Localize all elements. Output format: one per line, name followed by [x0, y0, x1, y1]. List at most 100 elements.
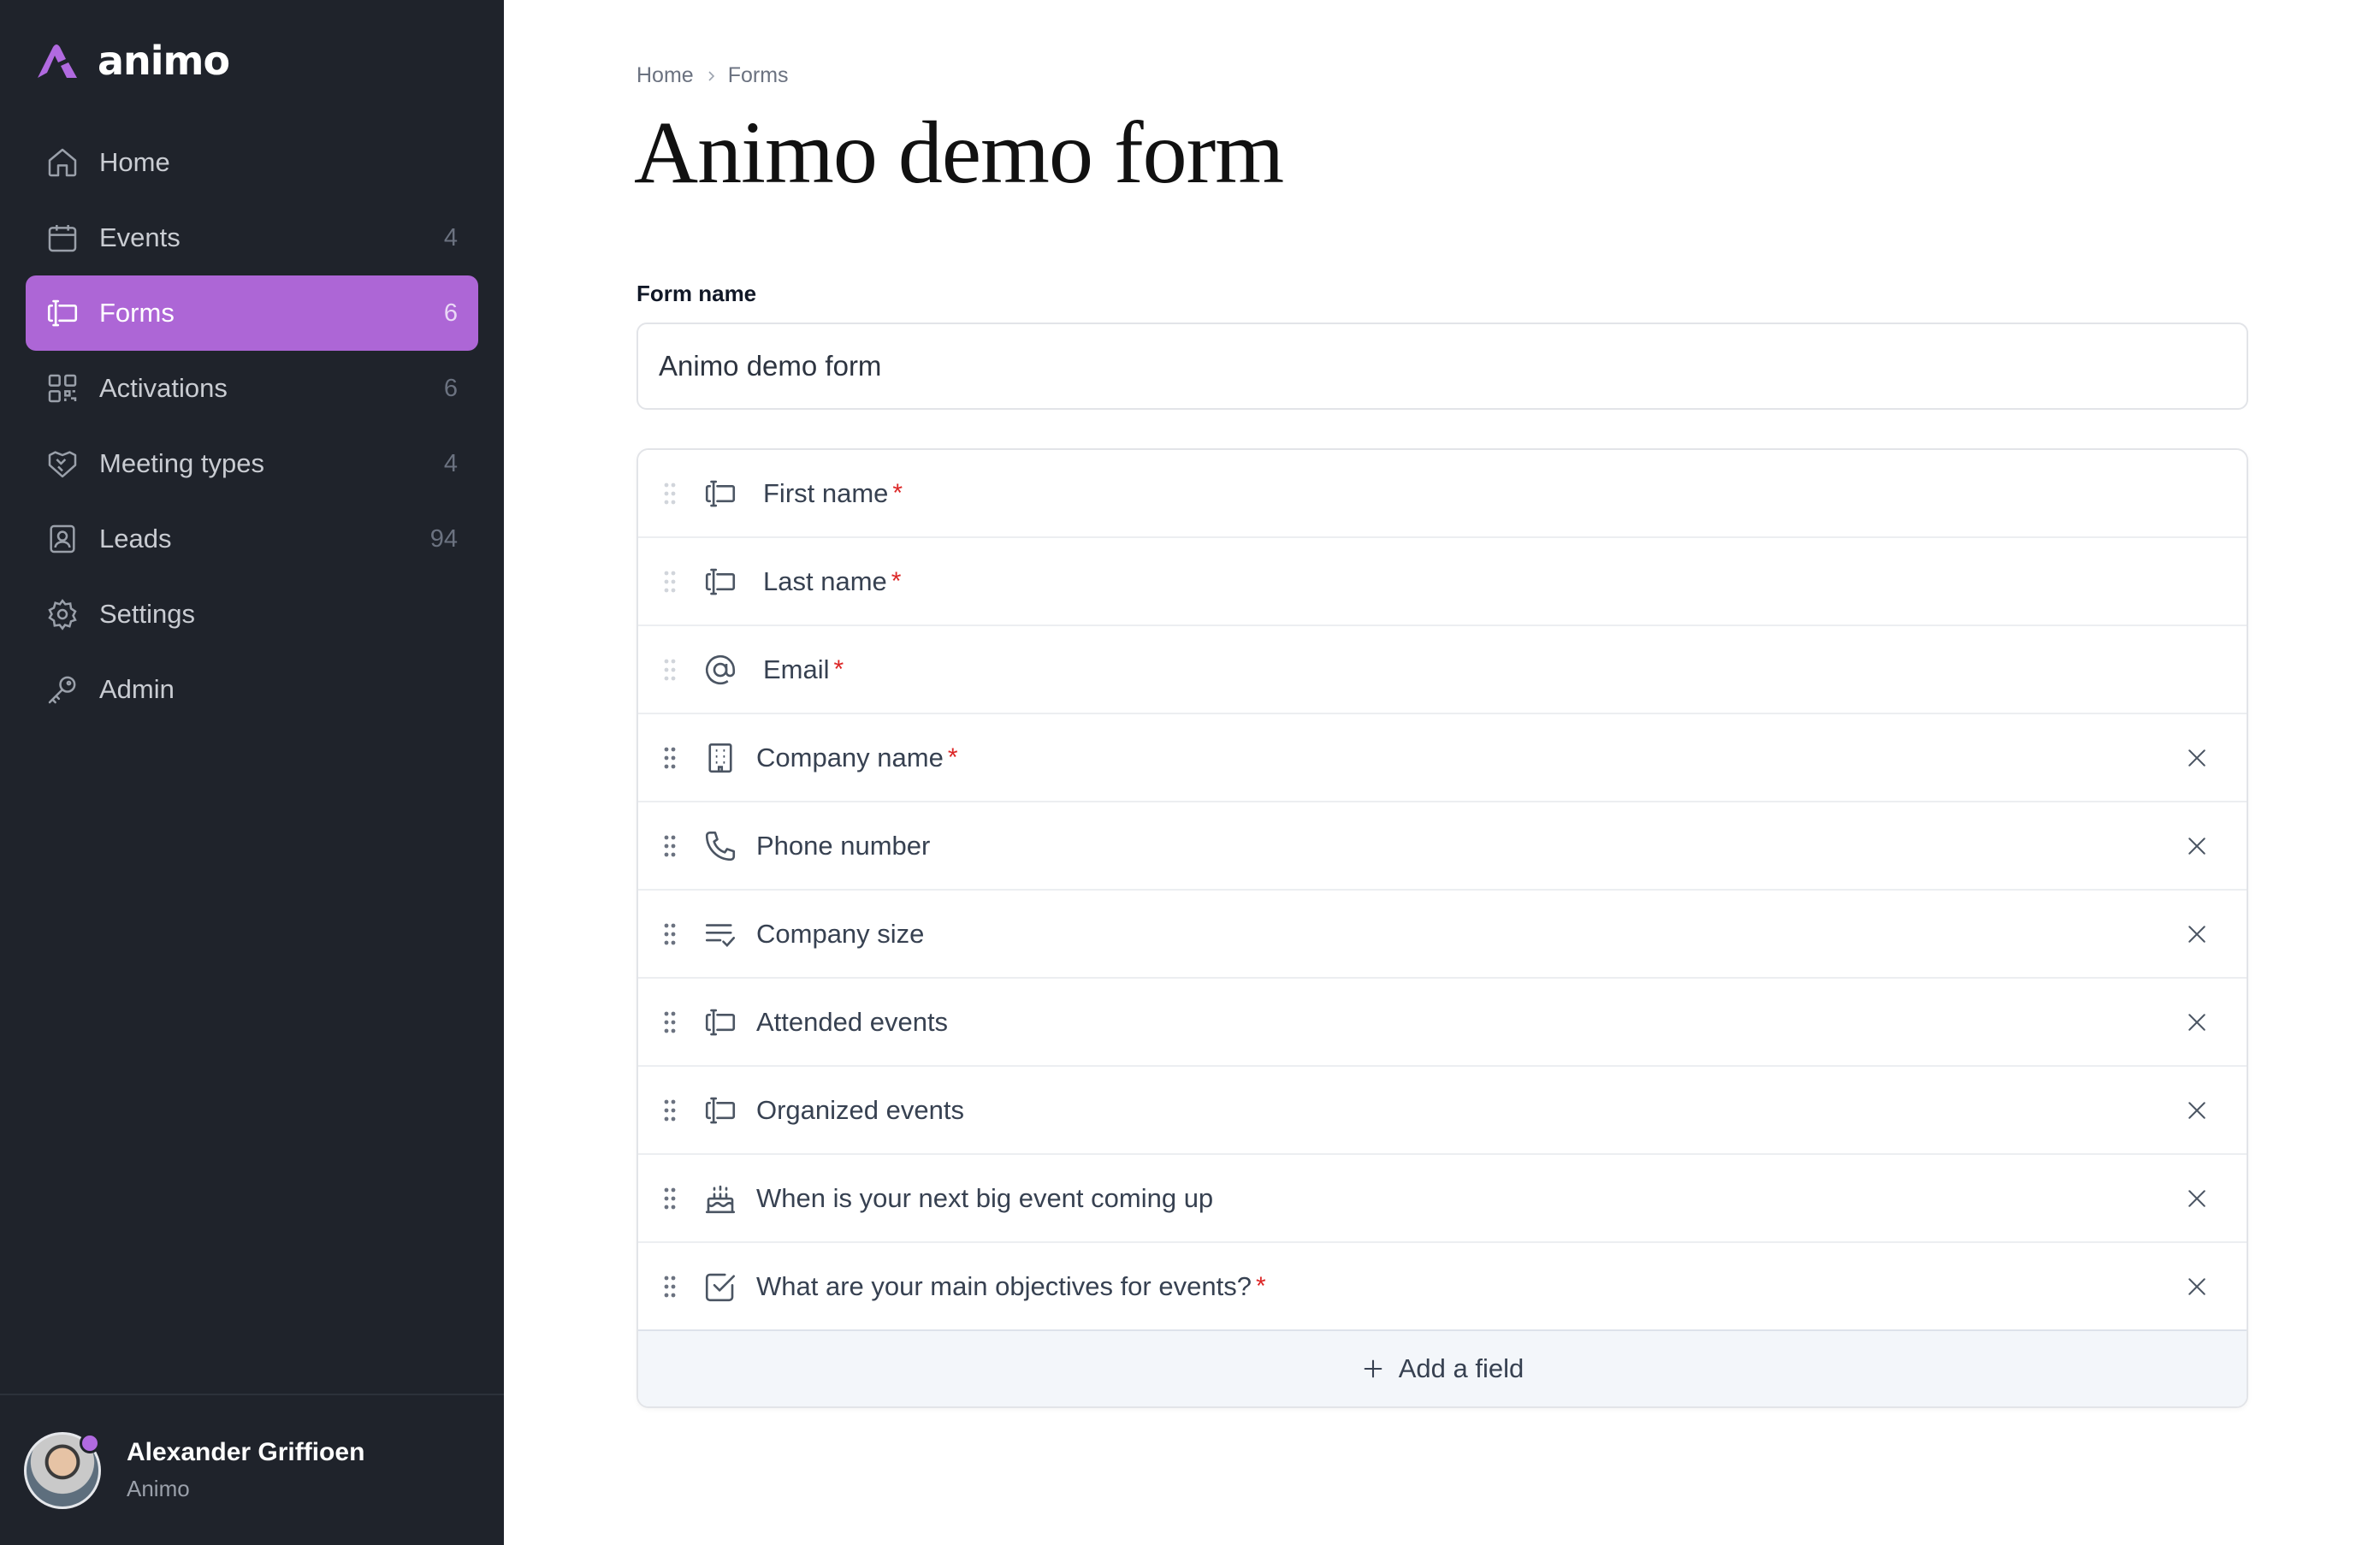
- sidebar-item-label: Leads: [99, 524, 172, 553]
- required-marker: *: [833, 654, 844, 684]
- add-field-label: Add a field: [1398, 1353, 1525, 1383]
- plus-icon: [1361, 1357, 1385, 1381]
- remove-field-button[interactable]: [2180, 1005, 2214, 1039]
- field-label: Email: [763, 654, 830, 684]
- field-label: When is your next big event coming up: [756, 1182, 1214, 1213]
- field-label: Last name: [763, 565, 887, 596]
- remove-field-button[interactable]: [2180, 741, 2214, 775]
- list-check-icon: [702, 915, 739, 953]
- animo-logo-icon: [38, 44, 86, 78]
- drag-handle-icon[interactable]: [662, 1273, 678, 1300]
- field-label: Attended events: [756, 1006, 949, 1037]
- sidebar-item-label: Settings: [99, 599, 196, 629]
- sidebar-item-count: 4: [443, 223, 458, 252]
- drag-handle-icon: [662, 480, 678, 507]
- field-row[interactable]: Attended events: [638, 979, 2247, 1067]
- brand-name: animo: [98, 38, 230, 84]
- home-icon: [43, 143, 82, 182]
- required-marker: *: [1255, 1271, 1266, 1300]
- remove-field-button[interactable]: [2180, 1270, 2214, 1304]
- sidebar-item-count: 6: [443, 299, 458, 327]
- handshake-icon: [43, 444, 82, 483]
- sidebar-item-count: 4: [443, 449, 458, 477]
- cake-icon: [702, 1180, 739, 1217]
- breadcrumb-current[interactable]: Forms: [728, 63, 789, 88]
- field-row[interactable]: Phone number: [638, 802, 2247, 891]
- sidebar-item-leads[interactable]: Leads 94: [26, 501, 478, 577]
- sidebar-item-label: Meeting types: [99, 448, 264, 478]
- field-row[interactable]: First name *: [638, 450, 2247, 538]
- user-name: Alexander Griffioen: [127, 1438, 365, 1466]
- sidebar-nav: Home Events 4 Forms 6 Activations 6 Meet…: [26, 125, 478, 727]
- drag-handle-icon: [662, 568, 678, 595]
- drag-handle-icon[interactable]: [662, 1185, 678, 1212]
- form-field-icon: [43, 293, 82, 333]
- calendar-icon: [43, 218, 82, 258]
- field-label: What are your main objectives for events…: [756, 1270, 1252, 1301]
- chevron-right-icon: [704, 69, 718, 83]
- form-name-label: Form name: [636, 281, 757, 306]
- required-marker: *: [891, 566, 902, 595]
- drag-handle-icon[interactable]: [662, 744, 678, 772]
- page-title: Animo demo form: [634, 104, 1284, 202]
- sidebar-item-label: Forms: [99, 298, 175, 328]
- sidebar-item-home[interactable]: Home: [26, 125, 478, 200]
- status-dot: [80, 1432, 100, 1453]
- main-content: Home Forms Animo demo form Form name Fir…: [504, 0, 2380, 1545]
- field-label: First name: [763, 477, 889, 508]
- form-fields-list: First name * Last name * Email * Company…: [636, 448, 2248, 1408]
- contact-card-icon: [43, 519, 82, 559]
- checkbox-icon: [702, 1268, 739, 1305]
- field-row[interactable]: Organized events: [638, 1067, 2247, 1155]
- field-label: Organized events: [756, 1094, 964, 1125]
- sidebar-item-activations[interactable]: Activations 6: [26, 351, 478, 426]
- text-field-icon: [702, 1003, 739, 1041]
- building-icon: [702, 739, 739, 777]
- text-field-icon: [702, 563, 739, 601]
- field-label: Phone number: [756, 830, 931, 861]
- qr-code-icon: [43, 369, 82, 408]
- remove-field-button[interactable]: [2180, 1181, 2214, 1216]
- field-row[interactable]: When is your next big event coming up: [638, 1155, 2247, 1243]
- add-field-button[interactable]: Add a field: [638, 1331, 2247, 1406]
- field-row[interactable]: What are your main objectives for events…: [638, 1243, 2247, 1331]
- sidebar-item-count: 6: [443, 374, 458, 402]
- field-row[interactable]: Company name *: [638, 714, 2247, 802]
- remove-field-button[interactable]: [2180, 829, 2214, 863]
- breadcrumb: Home Forms: [636, 63, 789, 88]
- drag-handle-icon[interactable]: [662, 1009, 678, 1036]
- drag-handle-icon[interactable]: [662, 920, 678, 948]
- drag-handle-icon[interactable]: [662, 832, 678, 860]
- remove-field-button[interactable]: [2180, 1093, 2214, 1128]
- breadcrumb-home[interactable]: Home: [636, 63, 694, 88]
- field-row[interactable]: Last name *: [638, 538, 2247, 626]
- avatar: [24, 1431, 101, 1509]
- drag-handle-icon: [662, 656, 678, 684]
- sidebar: animo Home Events 4 Forms 6 Activations …: [0, 0, 504, 1545]
- sidebar-item-label: Events: [99, 222, 181, 252]
- drag-handle-icon[interactable]: [662, 1097, 678, 1124]
- phone-icon: [702, 827, 739, 865]
- gear-icon: [43, 595, 82, 634]
- sidebar-item-label: Activations: [99, 373, 228, 403]
- user-menu[interactable]: Alexander Griffioen Animo: [0, 1394, 504, 1545]
- field-row[interactable]: Company size: [638, 891, 2247, 979]
- sidebar-item-admin[interactable]: Admin: [26, 652, 478, 727]
- logo[interactable]: animo: [38, 38, 230, 84]
- remove-field-button[interactable]: [2180, 917, 2214, 951]
- text-field-icon: [702, 1092, 739, 1129]
- text-field-icon: [702, 475, 739, 512]
- sidebar-item-events[interactable]: Events 4: [26, 200, 478, 275]
- sidebar-item-meeting-types[interactable]: Meeting types 4: [26, 426, 478, 501]
- user-info: Alexander Griffioen Animo: [127, 1438, 364, 1502]
- sidebar-item-label: Admin: [99, 674, 175, 704]
- key-icon: [43, 670, 82, 709]
- field-label: Company size: [756, 918, 925, 949]
- sidebar-item-forms[interactable]: Forms 6: [26, 275, 478, 351]
- sidebar-item-label: Home: [99, 147, 170, 177]
- sidebar-item-settings[interactable]: Settings: [26, 577, 478, 652]
- field-row[interactable]: Email *: [638, 626, 2247, 714]
- form-name-input[interactable]: [636, 323, 2248, 410]
- sidebar-item-count: 94: [429, 524, 458, 553]
- field-label: Company name: [756, 742, 944, 772]
